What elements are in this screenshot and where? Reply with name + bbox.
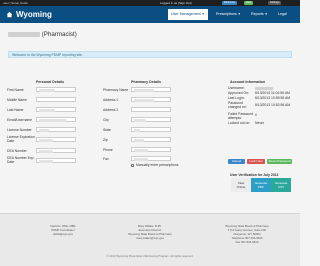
city-label: City	[103, 118, 109, 122]
dea-number-input[interactable]	[36, 148, 76, 153]
reset-password-button[interactable]: Reset Password	[267, 159, 292, 164]
main-navbar: Wyoming User Management ▼ Prescriptions …	[0, 6, 300, 23]
password-changed-value: 8/13/2013 10:52:56 AM	[255, 103, 291, 107]
footer-contact-coordinator: David H. Wills, MBA PDMP Coordinator dwi…	[50, 224, 76, 236]
brand-name: Wyoming	[16, 10, 52, 19]
city-input[interactable]	[131, 117, 171, 122]
dea-expiration-input[interactable]	[36, 158, 76, 163]
nav-legal[interactable]: Legal	[275, 9, 290, 20]
license-expiration-input[interactable]	[36, 137, 76, 142]
address1-label: Address 1	[103, 98, 119, 102]
license-number-input[interactable]	[36, 127, 76, 132]
manual-entry-label: Manually enter prescriptions	[136, 163, 179, 167]
settings-pill[interactable]: Settings	[268, 1, 282, 5]
chevron-down-icon: ▼	[201, 12, 205, 16]
first-name-input[interactable]	[36, 87, 76, 92]
personal-details-heading: Personal Details	[36, 80, 64, 84]
cancel-button[interactable]: Cancel	[228, 159, 245, 164]
state-label: State	[103, 128, 111, 132]
email-input[interactable]	[36, 117, 76, 122]
failed-attempts-label: Failed Password attempts:	[228, 112, 254, 120]
locked-out-label: Locked out on:	[228, 121, 251, 125]
middle-name-input[interactable]	[36, 97, 76, 102]
username-value	[255, 86, 273, 90]
welcome-pill[interactable]: Welcome	[222, 1, 237, 5]
last-login-value: 8/13/2013 10:59:55 AM	[255, 96, 291, 100]
footer-board-address: Wyoming State Board of Pharmacy 1712 Car…	[225, 224, 269, 244]
phone-label: Phone	[103, 148, 113, 152]
page-title: (Pharmacist)	[8, 31, 77, 38]
view-online-tile[interactable]: View Online	[231, 178, 251, 192]
copyright: © 2013 Wyoming Prescription Monitoring P…	[106, 254, 194, 258]
chevron-down-icon: ▼	[237, 12, 241, 16]
last-login-label: Last Login:	[228, 96, 245, 100]
license-number-label: License Number	[7, 128, 32, 132]
account-info-heading: Account Information	[230, 80, 266, 84]
state-input[interactable]	[131, 127, 171, 132]
fax-label: Fax	[103, 157, 109, 161]
chevron-down-icon: ▼	[264, 12, 268, 16]
first-name-label: First Name	[7, 88, 24, 92]
generate-pdf-tile[interactable]: Generate PDF	[251, 178, 271, 192]
redacted-name	[8, 31, 40, 37]
address2-label: Address 2	[103, 108, 119, 112]
pharmacy-details-heading: Pharmacy Details	[131, 80, 161, 84]
address1-input[interactable]	[131, 97, 171, 102]
pharmacy-name-input[interactable]	[131, 87, 171, 92]
email-label: Email/Username	[7, 118, 33, 122]
generate-csv-tile[interactable]: Generate CSV	[271, 178, 291, 192]
nav-prescriptions[interactable]: Prescriptions ▼	[213, 9, 244, 20]
approved-on-label: Approved On:	[228, 91, 249, 95]
dea-number-label: DEA Number	[7, 149, 27, 153]
footer-contact-director: Mary Walker, R.Ph. Executive Director Wy…	[128, 224, 172, 240]
home-icon	[6, 11, 13, 18]
address2-input[interactable]	[131, 107, 171, 112]
help-pill[interactable]: Help	[244, 1, 254, 5]
manual-entry-checkbox[interactable]	[131, 164, 134, 167]
last-name-input[interactable]	[36, 107, 76, 112]
license-expiration-label: License Expiration Date	[7, 135, 35, 143]
last-name-label: Last Name	[7, 108, 24, 112]
nav-reports[interactable]: Reports ▼	[248, 9, 271, 20]
middle-name-label: Middle Name	[7, 98, 27, 102]
phone-input[interactable]	[131, 147, 171, 152]
locked-out-value: Never	[255, 121, 265, 125]
footer: David H. Wills, MBA PDMP Coordinator dwi…	[0, 213, 300, 266]
failed-attempts-value: 0	[255, 113, 257, 117]
brand[interactable]: Wyoming	[6, 9, 52, 20]
lock-user-button[interactable]: Lock User	[247, 159, 265, 164]
zip-label: Zip	[103, 138, 108, 142]
approved-on-value: 8/13/2013 11:04:56 AM	[255, 91, 290, 95]
info-alert: Welcome to the Wyoming PDMP reporting si…	[8, 51, 292, 58]
pharmacy-name-label: Pharmacy Name	[103, 88, 129, 92]
fax-input[interactable]	[131, 156, 171, 161]
verification-title: User Verification for July 2013	[230, 173, 279, 177]
username-label: Username:	[228, 86, 245, 90]
password-changed-label: Password changed on:	[228, 101, 247, 109]
dea-expiration-label: DEA Number Exp. Date	[7, 156, 35, 164]
nav-user-management[interactable]: User Management ▼	[168, 9, 208, 20]
zip-input[interactable]	[131, 137, 171, 142]
